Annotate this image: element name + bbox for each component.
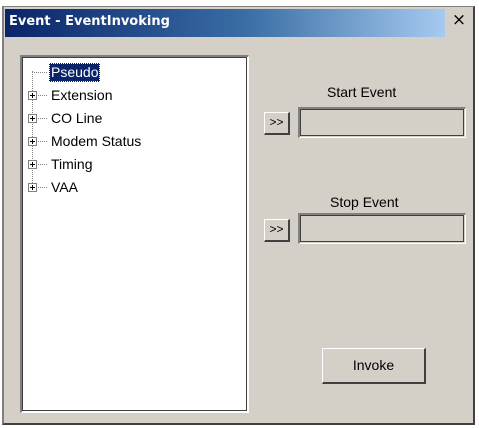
tree-connector bbox=[32, 72, 47, 73]
expand-plus-icon[interactable] bbox=[28, 183, 37, 192]
tree-item-label: VAA bbox=[51, 179, 78, 195]
stop-event-select-button[interactable]: >> bbox=[264, 219, 290, 242]
close-icon[interactable]: × bbox=[450, 11, 468, 29]
expand-plus-icon[interactable] bbox=[28, 114, 37, 123]
tree-item-label: Modem Status bbox=[51, 133, 142, 149]
start-event-label: Start Event bbox=[327, 84, 397, 100]
stop-event-field[interactable] bbox=[298, 213, 466, 244]
start-event-field[interactable] bbox=[298, 107, 466, 138]
tree-connector bbox=[38, 187, 47, 188]
tree-item-label: CO Line bbox=[51, 110, 103, 126]
expand-plus-icon[interactable] bbox=[28, 91, 37, 100]
title-bar: Event - EventInvoking bbox=[5, 9, 445, 37]
window-title: Event - EventInvoking bbox=[9, 14, 170, 29]
expand-plus-icon[interactable] bbox=[28, 137, 37, 146]
tree-connector bbox=[38, 141, 47, 142]
expand-plus-icon[interactable] bbox=[28, 160, 37, 169]
stop-event-label: Stop Event bbox=[330, 194, 399, 210]
tree-connector bbox=[38, 164, 47, 165]
tree-connector bbox=[38, 95, 47, 96]
start-event-select-button[interactable]: >> bbox=[264, 112, 290, 135]
tree-connector bbox=[38, 118, 47, 119]
invoke-button[interactable]: Invoke bbox=[322, 348, 426, 384]
event-tree[interactable]: Pseudo Extension CO Line Modem Status Ti… bbox=[20, 55, 249, 413]
tree-item-label: Pseudo bbox=[49, 63, 101, 82]
tree-item-label: Extension bbox=[51, 87, 113, 103]
tree-item-label: Timing bbox=[51, 156, 93, 172]
tree-guide-line bbox=[32, 71, 33, 191]
